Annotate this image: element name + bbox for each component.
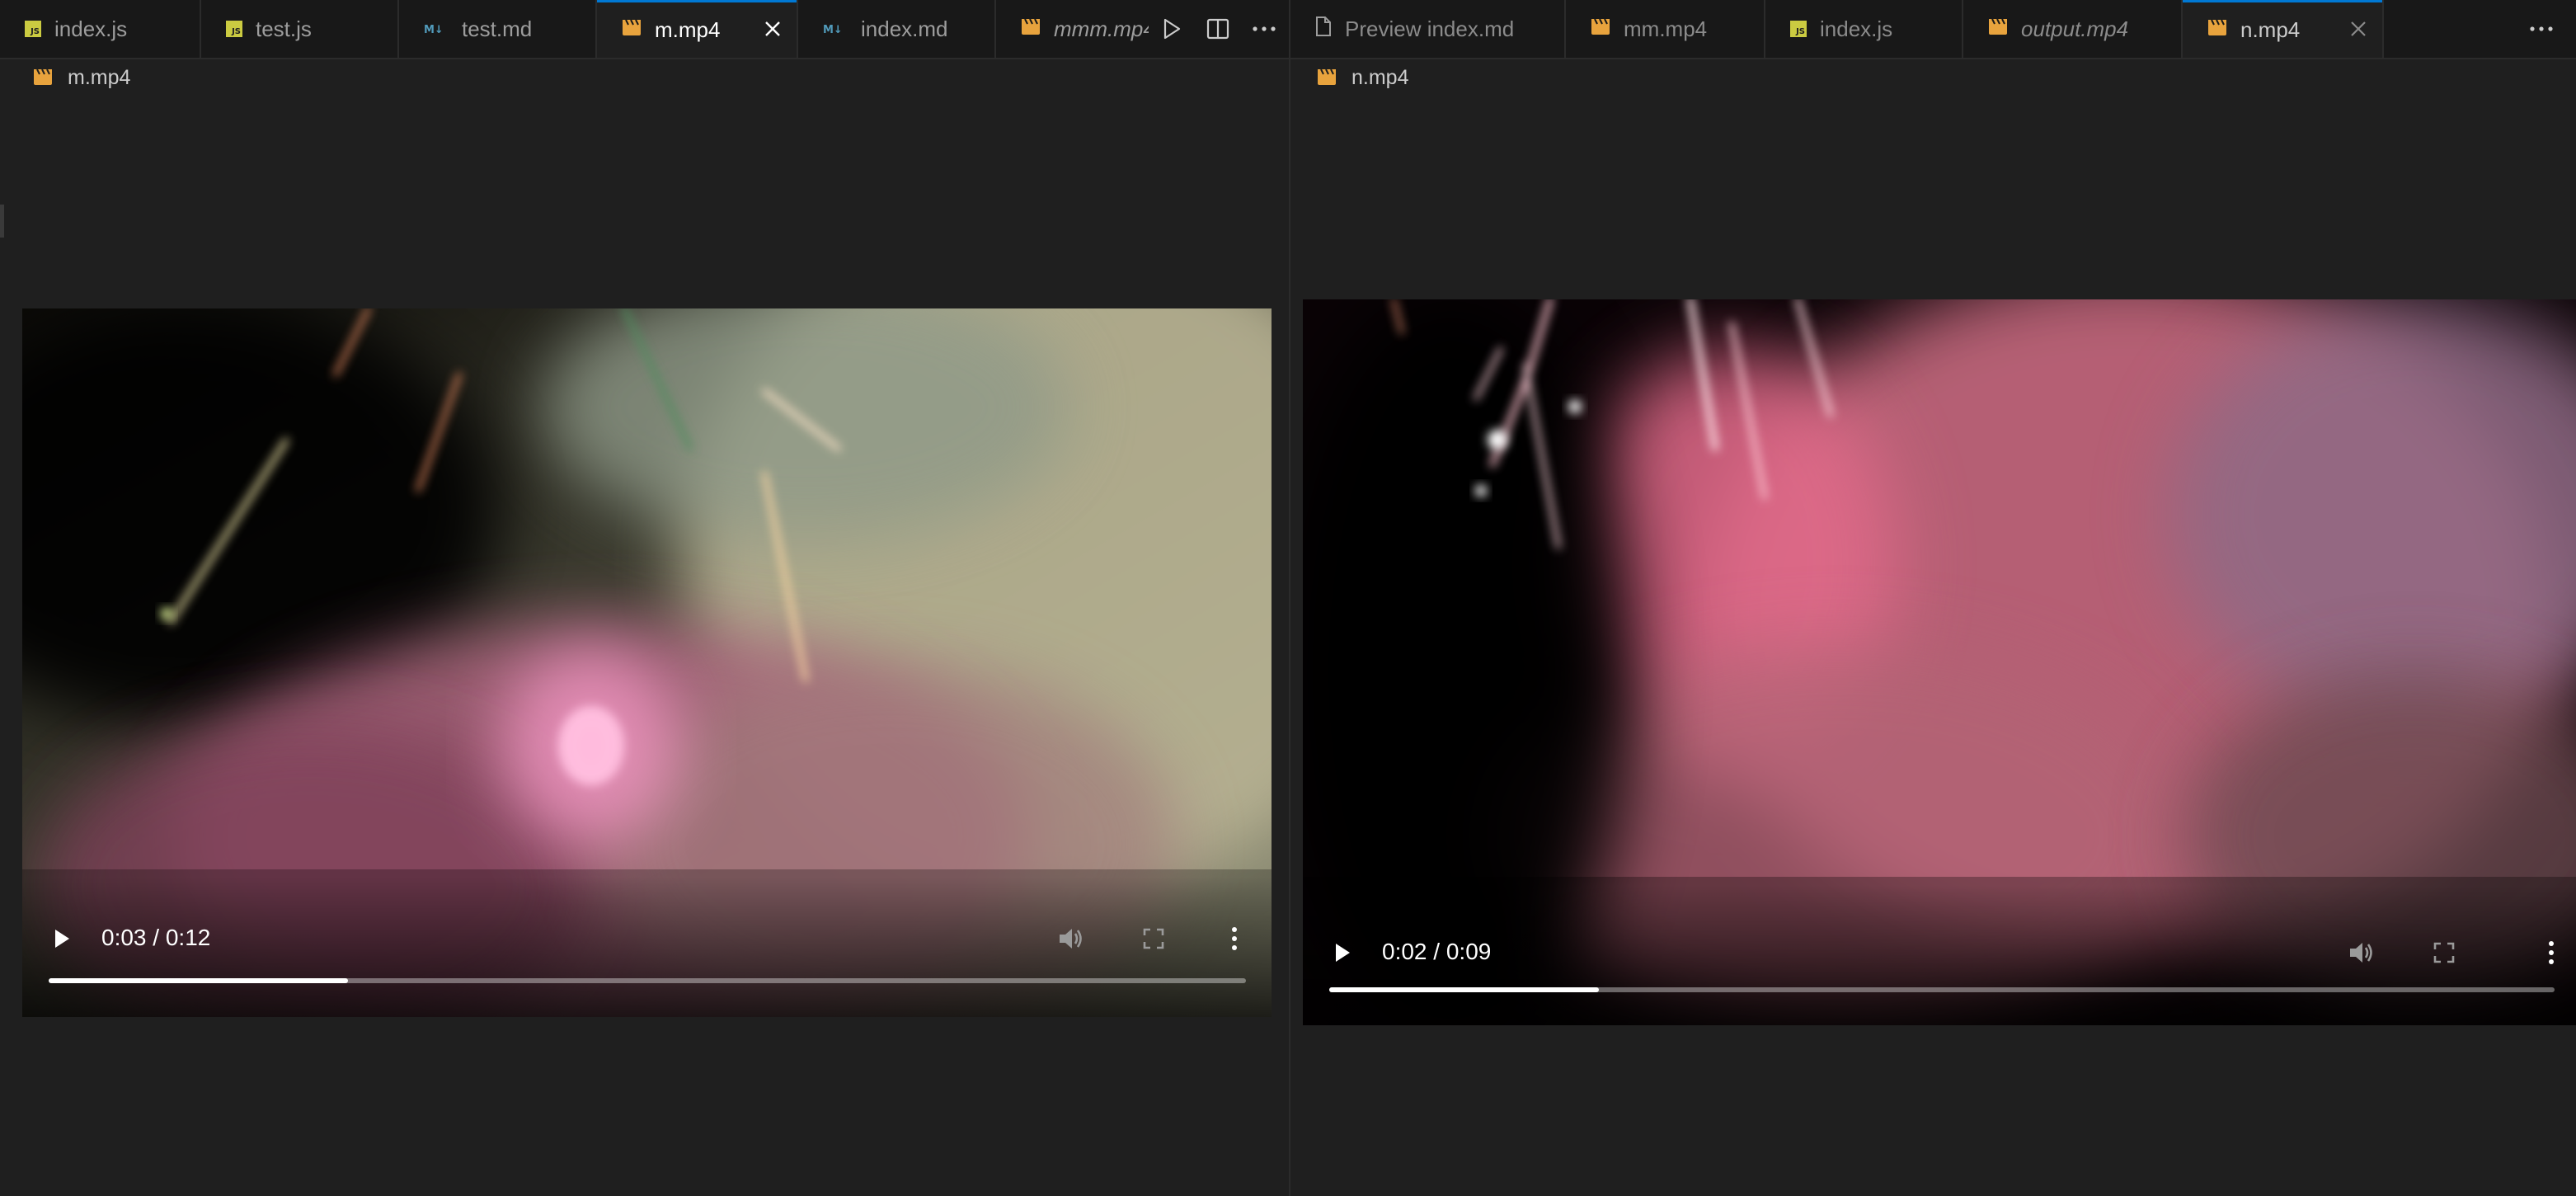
js-file-icon: JS bbox=[226, 21, 242, 37]
video-file-icon bbox=[33, 68, 53, 87]
tab-index-md[interactable]: M↓ index.md bbox=[798, 0, 996, 58]
play-icon[interactable] bbox=[1326, 936, 1359, 969]
video-player[interactable]: 0:02 / 0:09 bbox=[1303, 299, 2576, 1025]
tab-label: test.js bbox=[256, 16, 312, 41]
js-file-icon: JS bbox=[1790, 21, 1807, 37]
close-icon[interactable] bbox=[760, 16, 785, 41]
tab-label: index.js bbox=[1820, 16, 1893, 41]
more-actions-icon[interactable] bbox=[1241, 6, 1287, 52]
tab-n-mp4[interactable]: n.mp4 bbox=[2183, 0, 2384, 58]
time-separator: / bbox=[1433, 939, 1441, 964]
tab-label: index.js bbox=[54, 16, 128, 41]
tab-label: test.md bbox=[462, 16, 533, 41]
tab-output-mp4[interactable]: output.mp4 bbox=[1963, 0, 2183, 58]
editor-group-left: JS index.js JS test.js M↓ test.md m.mp4 … bbox=[0, 0, 1289, 1196]
volume-icon[interactable] bbox=[2343, 935, 2380, 971]
tab-label: mm.mp4 bbox=[1624, 16, 1708, 41]
tab-m-mp4[interactable]: m.mp4 bbox=[597, 0, 798, 58]
js-file-icon: JS bbox=[25, 21, 41, 37]
seek-bar-progress bbox=[49, 978, 348, 983]
time-separator: / bbox=[153, 925, 160, 950]
time-display: 0:02 / 0:09 bbox=[1382, 939, 1491, 965]
markdown-file-icon: M↓ bbox=[823, 21, 848, 37]
editor-actions bbox=[1149, 0, 1289, 58]
more-options-icon[interactable] bbox=[2535, 935, 2568, 971]
current-time: 0:03 bbox=[101, 925, 147, 950]
editor-actions bbox=[2507, 0, 2576, 58]
play-icon[interactable] bbox=[45, 922, 78, 955]
current-time: 0:02 bbox=[1382, 939, 1427, 964]
tab-label: Preview index.md bbox=[1345, 16, 1515, 41]
video-file-icon bbox=[622, 17, 642, 43]
more-actions-icon[interactable] bbox=[2518, 6, 2564, 52]
split-editor-icon[interactable] bbox=[1195, 6, 1241, 52]
fullscreen-icon[interactable] bbox=[2426, 935, 2462, 971]
tab-mm-mp4[interactable]: mm.mp4 bbox=[1566, 0, 1765, 58]
breadcrumb[interactable]: m.mp4 bbox=[33, 63, 130, 92]
tab-index-js[interactable]: JS index.js bbox=[0, 0, 201, 58]
video-player[interactable]: 0:03 / 0:12 bbox=[22, 308, 1272, 1017]
video-file-icon bbox=[1317, 68, 1337, 87]
preview-file-icon bbox=[1315, 16, 1332, 42]
controls-overlay bbox=[1303, 885, 2576, 1025]
video-file-icon bbox=[1021, 16, 1041, 42]
video-file-icon bbox=[1591, 16, 1610, 42]
tab-bar: JS index.js JS test.js M↓ test.md m.mp4 … bbox=[0, 0, 1289, 59]
markdown-file-icon: M↓ bbox=[424, 21, 449, 37]
tab-label: m.mp4 bbox=[655, 16, 721, 42]
tab-bar: Preview index.md mm.mp4 JS index.js outp… bbox=[1290, 0, 2576, 59]
tab-preview-index-md[interactable]: Preview index.md bbox=[1290, 0, 1566, 58]
volume-icon[interactable] bbox=[1053, 921, 1089, 957]
tab-label: output.mp4 bbox=[2021, 16, 2129, 41]
close-icon[interactable] bbox=[2346, 16, 2371, 41]
svg-text:M↓: M↓ bbox=[424, 24, 444, 36]
seek-bar[interactable] bbox=[49, 978, 1246, 983]
tab-label: index.md bbox=[861, 16, 948, 41]
video-file-icon bbox=[1988, 16, 2008, 42]
seek-bar-progress bbox=[1329, 987, 1599, 992]
svg-text:M↓: M↓ bbox=[823, 24, 843, 36]
total-time: 0:12 bbox=[165, 925, 211, 950]
more-options-icon[interactable] bbox=[1218, 921, 1251, 957]
fullscreen-icon[interactable] bbox=[1135, 921, 1172, 957]
tab-mmm-mp4[interactable]: mmm.mp4 bbox=[996, 0, 1149, 58]
sash-indicator bbox=[0, 205, 4, 238]
breadcrumb[interactable]: n.mp4 bbox=[1317, 63, 1408, 92]
breadcrumb-label: n.mp4 bbox=[1351, 65, 1409, 89]
seek-bar[interactable] bbox=[1329, 987, 2555, 992]
tab-index-js[interactable]: JS index.js bbox=[1765, 0, 1963, 58]
tab-test-md[interactable]: M↓ test.md bbox=[399, 0, 597, 58]
time-display: 0:03 / 0:12 bbox=[101, 925, 210, 951]
total-time: 0:09 bbox=[1445, 939, 1492, 964]
tab-test-js[interactable]: JS test.js bbox=[201, 0, 399, 58]
tab-label: n.mp4 bbox=[2240, 16, 2301, 42]
video-file-icon bbox=[2207, 17, 2227, 43]
breadcrumb-label: m.mp4 bbox=[68, 65, 131, 89]
run-icon[interactable] bbox=[1149, 6, 1195, 52]
tab-label: mmm.mp4 bbox=[1054, 16, 1149, 41]
